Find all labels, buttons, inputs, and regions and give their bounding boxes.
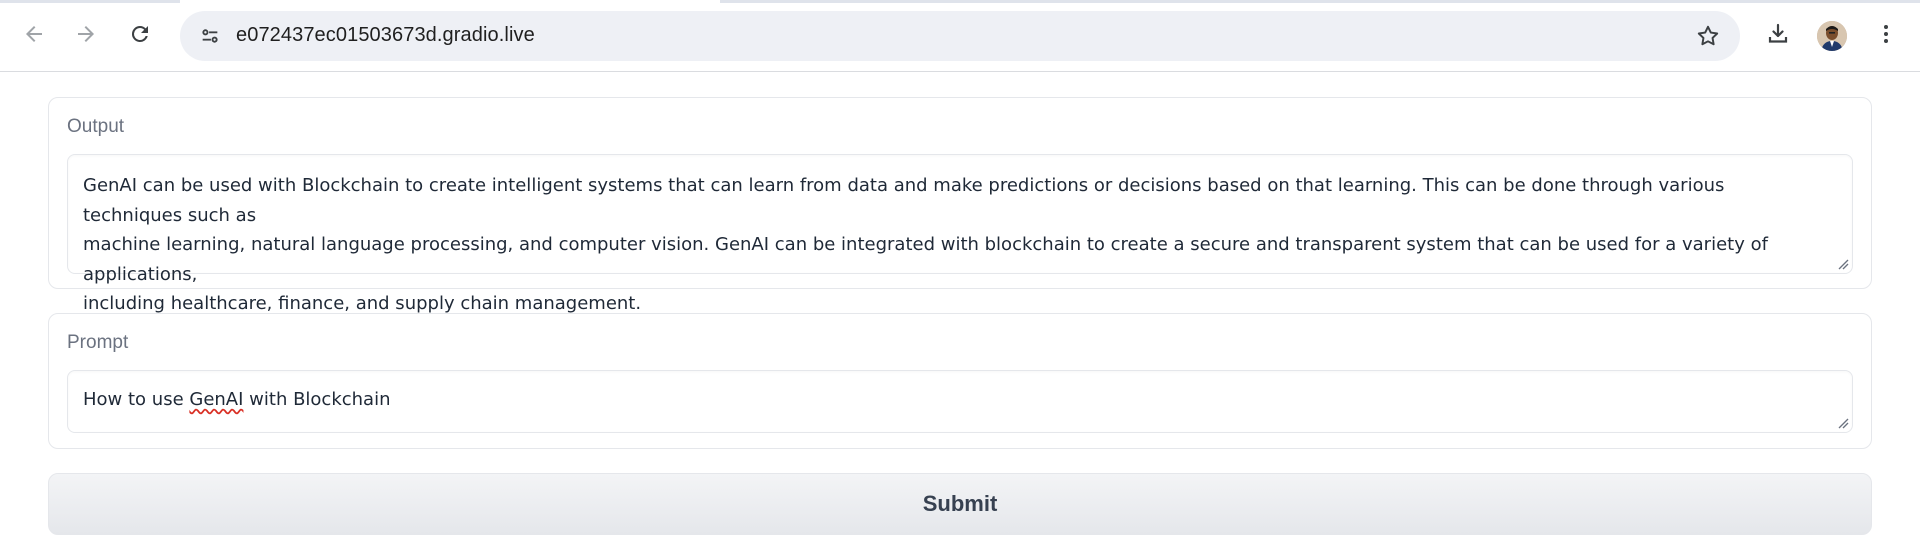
prompt-textarea[interactable]: How to use GenAI with Blockchain	[67, 370, 1853, 433]
prompt-label: Prompt	[67, 332, 129, 353]
output-text-line: machine learning, natural language proce…	[83, 234, 1768, 285]
output-label: Output	[67, 116, 125, 137]
url-text[interactable]: e072437ec01503673d.gradio.live	[236, 24, 535, 47]
misspelled-word: GenAI	[189, 389, 244, 410]
forward-arrow-icon	[78, 26, 94, 42]
browser-menu-button[interactable]	[1866, 14, 1906, 54]
back-button[interactable]	[14, 14, 54, 54]
prompt-block: Prompt How to use GenAI with Blockchain	[48, 313, 1872, 449]
browser-toolbar: e072437ec01503673d.gradio.live	[0, 0, 1920, 72]
site-settings-icon	[202, 29, 218, 43]
bookmark-button[interactable]	[1690, 18, 1726, 54]
reload-button[interactable]	[120, 14, 160, 54]
resize-handle-icon[interactable]	[1837, 417, 1849, 429]
avatar[interactable]	[1817, 21, 1847, 51]
downloads-button[interactable]	[1758, 14, 1798, 54]
profile-picture	[1817, 21, 1847, 51]
reload-icon	[131, 25, 148, 42]
output-block: Output GenAI can be used with Blockchain…	[48, 97, 1872, 314]
star-icon	[1697, 25, 1719, 46]
address-bar[interactable]: e072437ec01503673d.gradio.live	[180, 11, 1740, 61]
back-arrow-icon	[26, 26, 42, 42]
site-info-button[interactable]	[192, 18, 228, 54]
output-text-line: GenAI can be used with Blockchain to cre…	[83, 175, 1725, 226]
kebab-menu-icon	[1884, 25, 1888, 43]
prompt-text: How to use GenAI with Blockchain	[83, 389, 391, 410]
download-icon	[1768, 23, 1788, 43]
submit-button[interactable]: Submit	[48, 473, 1872, 535]
forward-button[interactable]	[66, 14, 106, 54]
resize-handle-icon[interactable]	[1837, 258, 1849, 270]
output-textarea[interactable]: GenAI can be used with Blockchain to cre…	[67, 154, 1853, 314]
tab-strip-edge	[0, 0, 1920, 3]
